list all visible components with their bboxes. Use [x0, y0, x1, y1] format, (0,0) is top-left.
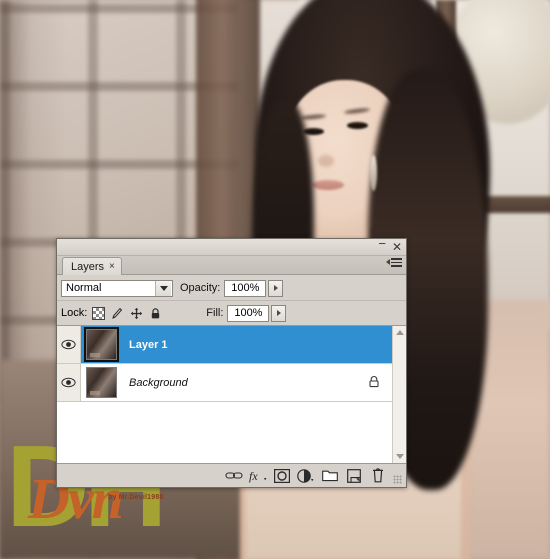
lock-label: Lock:: [61, 307, 88, 319]
lock-position-icon[interactable]: [130, 307, 143, 320]
window-buttons: − ✕: [378, 237, 402, 255]
fill-stepper[interactable]: [271, 304, 287, 322]
layer-name[interactable]: Layer 1: [129, 339, 392, 351]
tab-close-icon[interactable]: ×: [109, 261, 115, 272]
layer-list: Layer 1 Background: [57, 326, 392, 463]
layers-panel: − ✕ Layers × Normal Opacity: 100% Lock:: [56, 237, 407, 488]
add-layer-mask-button[interactable]: [270, 465, 294, 486]
layer-lock-badge-icon: [368, 375, 380, 391]
blend-mode-row: Normal Opacity: 100%: [57, 275, 406, 301]
fill-value: 100%: [234, 307, 263, 319]
lock-image-pixels-icon[interactable]: [111, 307, 124, 320]
opacity-stepper[interactable]: [268, 279, 284, 297]
layer-list-wrapper: Layer 1 Background: [57, 326, 406, 464]
scroll-down-icon[interactable]: [393, 450, 406, 463]
new-adjustment-layer-button[interactable]: [294, 465, 318, 486]
eye-icon: [61, 339, 76, 350]
minimize-icon[interactable]: −: [378, 237, 386, 250]
delete-layer-button[interactable]: [366, 465, 390, 486]
svg-text:fx: fx: [249, 469, 258, 483]
panel-menu-triangle-icon: [386, 259, 390, 266]
layers-footer-toolbar: fx: [57, 464, 406, 487]
panel-menu-button[interactable]: [386, 258, 402, 267]
layer-thumbnail[interactable]: [86, 367, 117, 398]
close-icon[interactable]: ✕: [392, 241, 402, 253]
lock-icon-group: [92, 306, 162, 320]
opacity-value: 100%: [231, 282, 260, 294]
tab-layers-label: Layers: [71, 260, 105, 273]
subject-earring: [370, 155, 377, 191]
watermark-byline: by Mr.Devil1988: [108, 494, 164, 501]
chevron-down-icon[interactable]: [155, 280, 171, 296]
scroll-up-icon[interactable]: [393, 326, 406, 339]
table-row[interactable]: Background: [57, 364, 392, 402]
layer-style-fx-button[interactable]: fx: [246, 465, 270, 486]
opacity-label: Opacity:: [180, 282, 221, 294]
fill-input[interactable]: 100%: [227, 304, 270, 322]
resize-grip[interactable]: [393, 475, 402, 484]
panel-title-bar[interactable]: − ✕: [57, 237, 406, 256]
layer-name[interactable]: Background: [129, 377, 368, 389]
new-group-button[interactable]: [318, 465, 342, 486]
lock-all-icon[interactable]: [149, 307, 162, 320]
new-layer-button[interactable]: [342, 465, 366, 486]
layer-visibility-toggle[interactable]: [57, 364, 81, 401]
tab-layers[interactable]: Layers ×: [62, 257, 122, 275]
subject-nose: [318, 155, 334, 167]
blend-mode-value: Normal: [66, 282, 102, 294]
layer-thumbnail[interactable]: [84, 327, 119, 362]
layer-list-scrollbar[interactable]: [392, 326, 406, 463]
fill-label: Fill:: [206, 307, 224, 319]
hamburger-icon: [391, 258, 402, 267]
link-layers-button[interactable]: [222, 465, 246, 486]
panel-tab-row: Layers ×: [57, 256, 406, 275]
opacity-input[interactable]: 100%: [224, 279, 267, 297]
layer-visibility-toggle[interactable]: [57, 326, 81, 363]
lock-transparent-pixels-icon[interactable]: [92, 306, 106, 320]
blend-mode-select[interactable]: Normal: [61, 279, 173, 297]
subject-eye-right: [347, 122, 368, 129]
table-row[interactable]: Layer 1: [57, 326, 392, 364]
subject-lips: [312, 180, 344, 190]
eye-icon: [61, 377, 76, 388]
lock-row: Lock: Fill: 100%: [57, 301, 406, 326]
